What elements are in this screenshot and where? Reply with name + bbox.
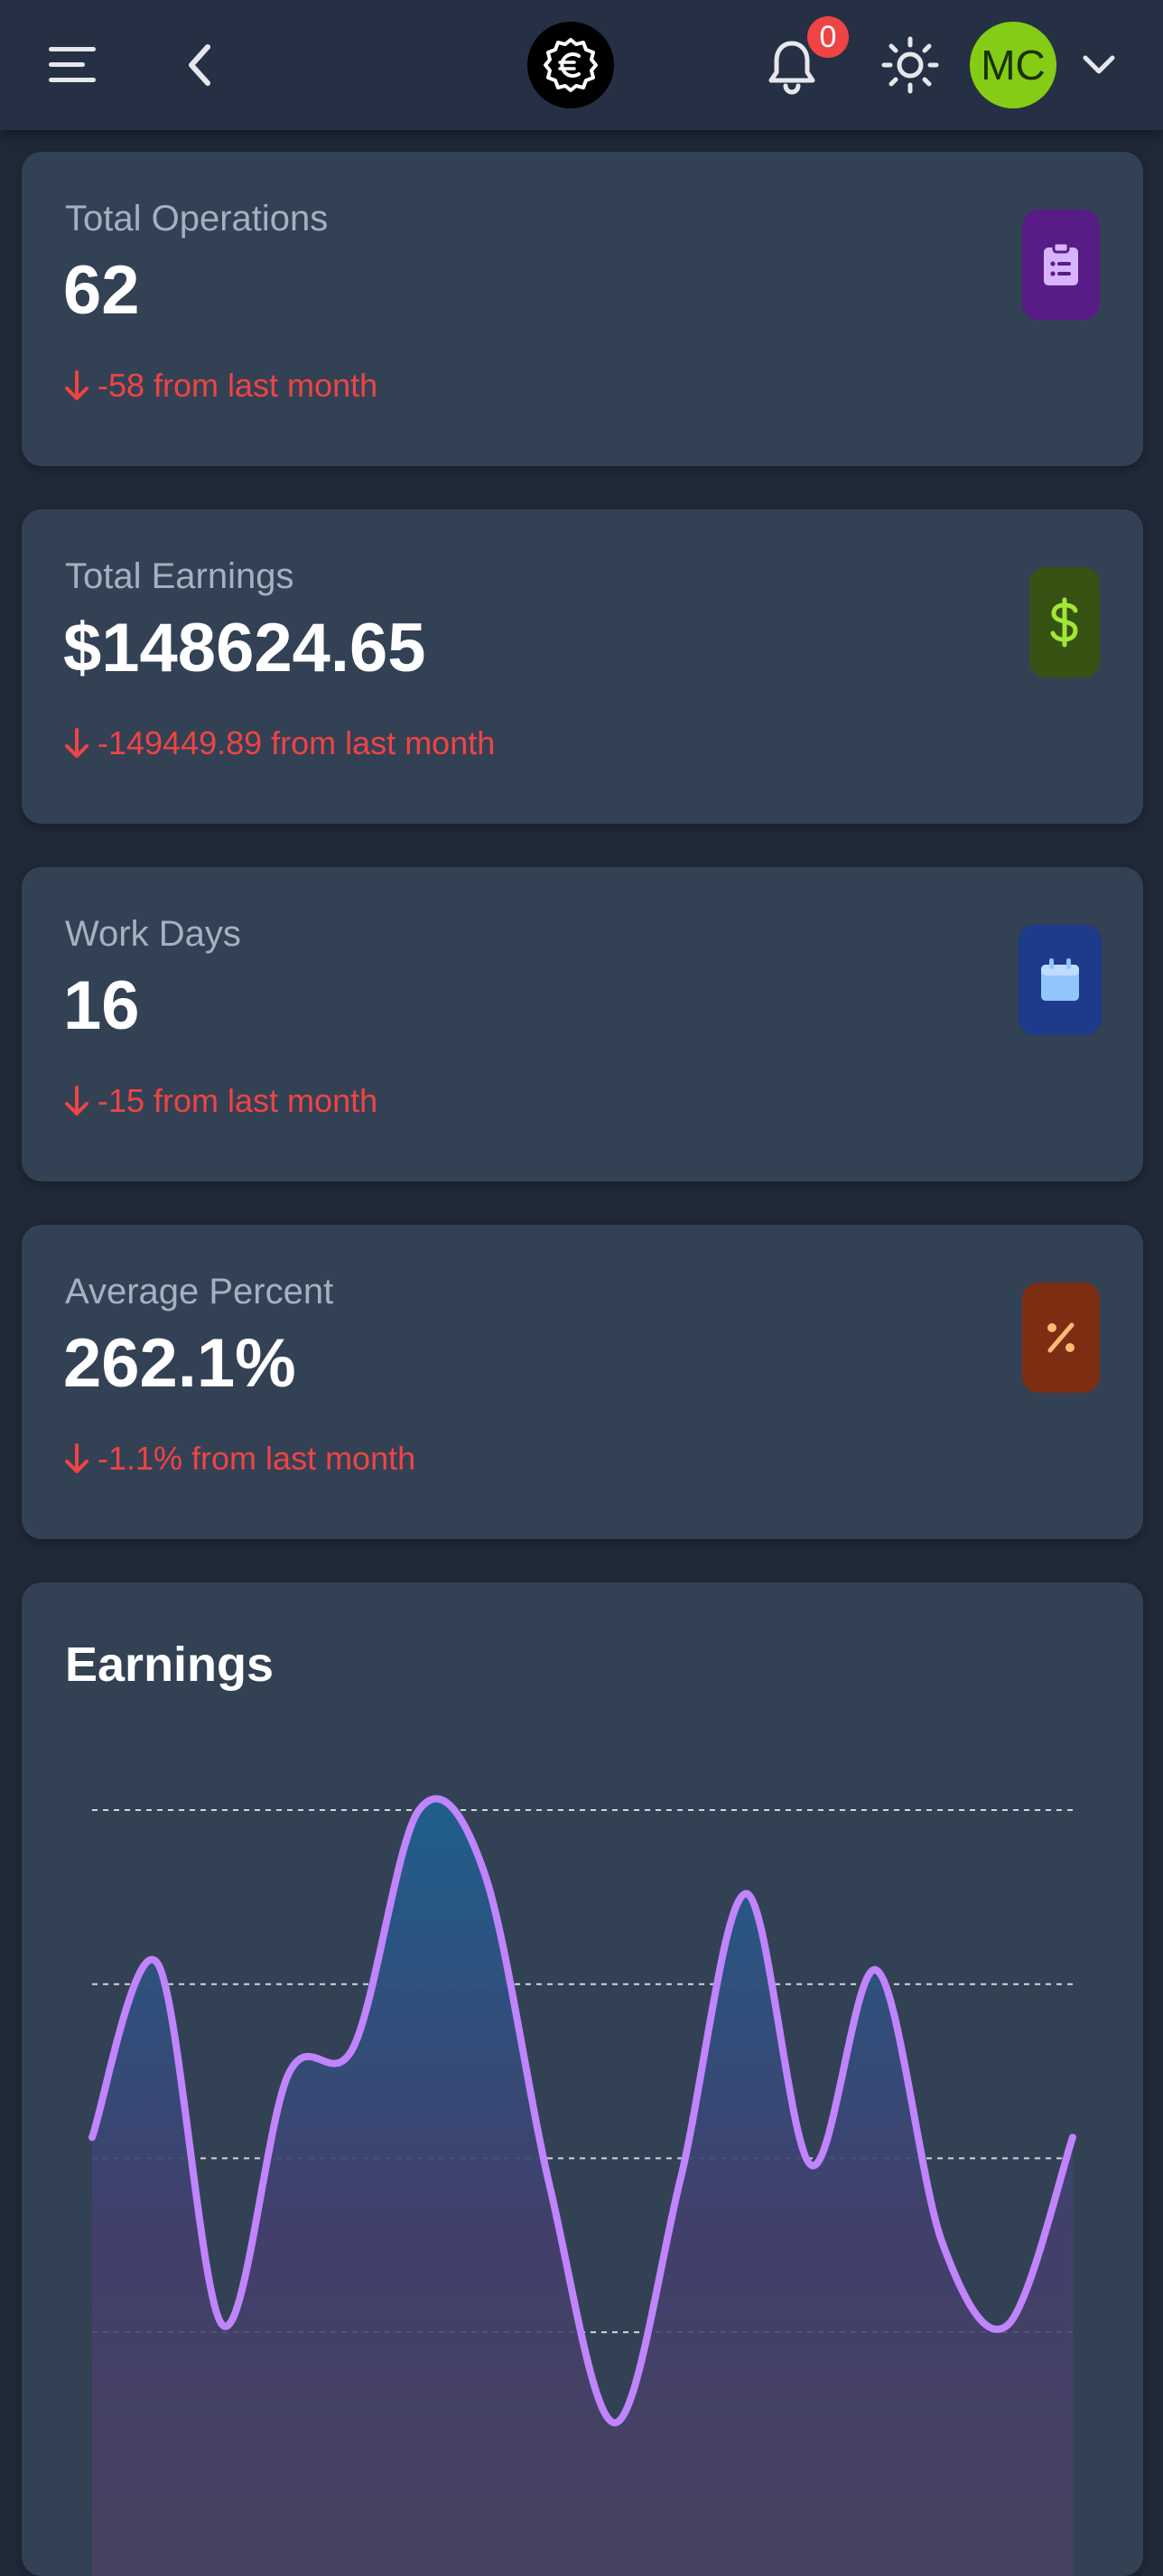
stat-value: 262.1% xyxy=(63,1325,296,1402)
arrow-down-icon xyxy=(65,728,88,758)
notification-count-badge: 0 xyxy=(807,16,849,58)
earnings-chart-card: Earnings xyxy=(22,1582,1143,2576)
stat-value: 62 xyxy=(63,252,140,329)
dollar-icon xyxy=(1029,567,1100,677)
calendar-icon xyxy=(1019,925,1102,1035)
euro-seal-icon xyxy=(544,38,598,92)
stat-value: 16 xyxy=(63,967,140,1044)
stat-change-text: -1.1% from last month xyxy=(98,1440,416,1477)
percent-icon xyxy=(1022,1283,1100,1393)
stat-change-text: -15 from last month xyxy=(98,1082,378,1119)
stat-label: Average Percent xyxy=(65,1272,334,1311)
avatar[interactable]: MC xyxy=(970,22,1056,108)
stat-value: $148624.65 xyxy=(63,610,426,686)
arrow-down-icon xyxy=(65,1443,88,1473)
stat-card-work-days: Work Days 16 -15 from last month xyxy=(22,867,1143,1181)
menu-icon[interactable] xyxy=(47,40,101,90)
stat-card-total-earnings: Total Earnings $148624.65 -149449.89 fro… xyxy=(22,509,1143,824)
stat-change-text: -58 from last month xyxy=(98,367,378,404)
arrow-down-icon xyxy=(65,370,88,400)
stat-change: -1.1% from last month xyxy=(63,1440,415,1478)
stat-label: Total Operations xyxy=(65,199,329,238)
stat-card-total-operations: Total Operations 62 -58 from last month xyxy=(22,152,1143,466)
stat-change: -58 from last month xyxy=(63,367,377,405)
stat-change: -149449.89 from last month xyxy=(63,724,495,762)
stat-change: -15 from last month xyxy=(63,1082,377,1120)
stat-card-average-percent: Average Percent 262.1% -1.1% from last m… xyxy=(22,1225,1143,1539)
stat-change-text: -149449.89 from last month xyxy=(98,724,496,761)
top-bar: 0 MC xyxy=(0,0,1163,130)
chevron-left-icon[interactable] xyxy=(177,40,224,90)
stat-label: Total Earnings xyxy=(65,556,294,596)
stat-label: Work Days xyxy=(65,914,241,954)
arrow-down-icon xyxy=(65,1086,88,1115)
app-logo[interactable] xyxy=(527,22,614,108)
earnings-chart xyxy=(88,1795,1076,2576)
chevron-down-icon[interactable] xyxy=(1080,51,1118,79)
clipboard-list-icon xyxy=(1022,210,1100,320)
sun-icon[interactable] xyxy=(881,36,939,94)
